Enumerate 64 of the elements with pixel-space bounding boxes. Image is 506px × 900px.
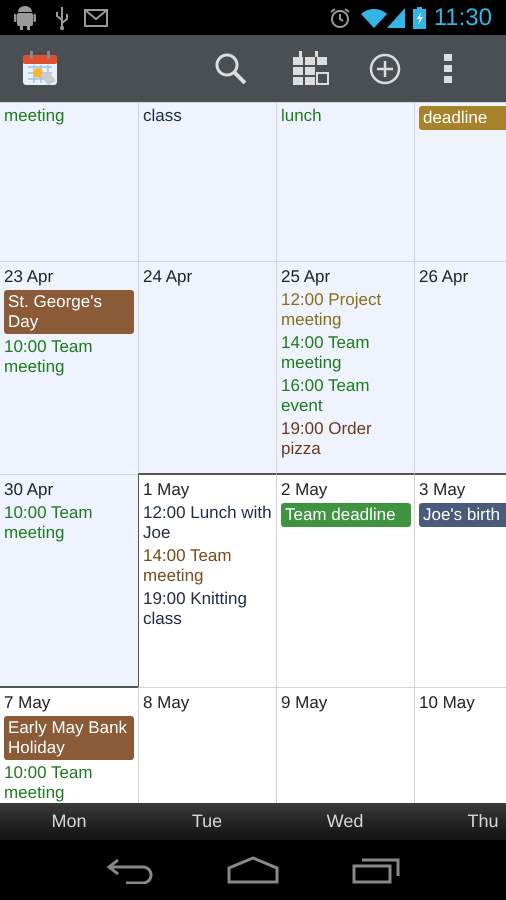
day-date: 24 Apr: [143, 266, 194, 287]
day-date: 10 May: [419, 692, 476, 713]
day-cell[interactable]: 1 May 12:00 Lunch with Joe 14:00 Team meeting 19:00 Knitting class: [138, 474, 276, 687]
calendar-app-icon[interactable]: [22, 50, 60, 86]
day-cell[interactable]: 3 May Joe's birth: [414, 474, 506, 687]
event-text[interactable]: 16:00 Team event: [281, 376, 414, 416]
weekday-label: Thu: [467, 810, 499, 833]
day-date: 9 May: [281, 692, 328, 713]
android-icon: [14, 6, 36, 30]
event-chip[interactable]: St. George's Day: [4, 290, 134, 334]
event-text[interactable]: 19:00 Knitting class: [143, 589, 276, 629]
day-cell[interactable]: 9 May: [276, 687, 414, 803]
event-text[interactable]: 19:00 Order pizza: [281, 419, 414, 459]
event-chip[interactable]: Team deadline: [281, 503, 411, 527]
day-cell[interactable]: 2 May Team deadline: [276, 474, 414, 687]
recent-apps-icon[interactable]: [352, 856, 400, 884]
event-text[interactable]: 10:00 Team meeting: [4, 763, 138, 803]
event-text[interactable]: 10:00 Team meeting: [4, 337, 138, 377]
day-date: 2 May: [281, 479, 328, 500]
event-text[interactable]: 12:00 Project meeting: [281, 290, 414, 330]
add-icon[interactable]: [369, 52, 401, 84]
event-text[interactable]: class: [143, 106, 276, 126]
day-cell[interactable]: 30 Apr 10:00 Team meeting: [0, 474, 138, 687]
day-date: 23 Apr: [4, 266, 54, 287]
day-cell[interactable]: 10 May: [414, 687, 506, 803]
day-cell[interactable]: lunch: [276, 102, 414, 261]
battery-icon: [412, 6, 426, 28]
day-date: 30 Apr: [4, 479, 54, 500]
event-chip[interactable]: Joe's birth: [419, 503, 506, 527]
event-chip[interactable]: deadline: [419, 106, 506, 130]
day-date: 25 Apr: [281, 266, 332, 287]
back-icon[interactable]: [106, 856, 154, 884]
clock-time: 11:30: [434, 2, 492, 32]
day-cell[interactable]: 8 May: [138, 687, 276, 803]
overflow-menu-icon[interactable]: [444, 54, 452, 84]
day-cell[interactable]: 7 May Early May Bank Holiday 10:00 Team meeting: [0, 687, 138, 803]
wifi-icon: [360, 8, 387, 28]
day-cell[interactable]: deadline: [414, 102, 506, 261]
mail-icon: [84, 8, 108, 26]
home-icon[interactable]: [226, 856, 279, 884]
day-cell[interactable]: 25 Apr 12:00 Project meeting 14:00 Team meeting 16:00 Team event 19:00 Order pizza: [276, 261, 414, 474]
weekday-label: Mon: [51, 810, 86, 833]
event-text[interactable]: 12:00 Lunch with Joe: [143, 503, 276, 543]
day-cell[interactable]: 24 Apr: [138, 261, 276, 474]
search-icon[interactable]: [214, 52, 248, 86]
day-cell[interactable]: class: [138, 102, 276, 261]
signal-icon: [386, 8, 405, 28]
calendar-view-icon[interactable]: [293, 50, 329, 86]
usb-icon: [54, 6, 70, 30]
event-chip[interactable]: Early May Bank Holiday: [4, 716, 134, 760]
day-date: 8 May: [143, 692, 190, 713]
day-date: 26 Apr: [419, 266, 470, 287]
weekday-label: Tue: [192, 810, 222, 833]
alarm-icon: [328, 6, 351, 28]
event-text[interactable]: 14:00 Team meeting: [143, 546, 276, 586]
day-date: 3 May: [419, 479, 466, 500]
day-date: 1 May: [143, 479, 190, 500]
event-text[interactable]: lunch: [281, 106, 414, 126]
event-text[interactable]: 10:00 Team meeting: [4, 503, 138, 543]
day-cell[interactable]: 26 Apr: [414, 261, 506, 474]
event-text[interactable]: meeting: [4, 106, 138, 126]
day-date: 7 May: [4, 692, 52, 713]
weekday-label: Wed: [326, 810, 364, 833]
event-text[interactable]: 14:00 Team meeting: [281, 333, 414, 373]
